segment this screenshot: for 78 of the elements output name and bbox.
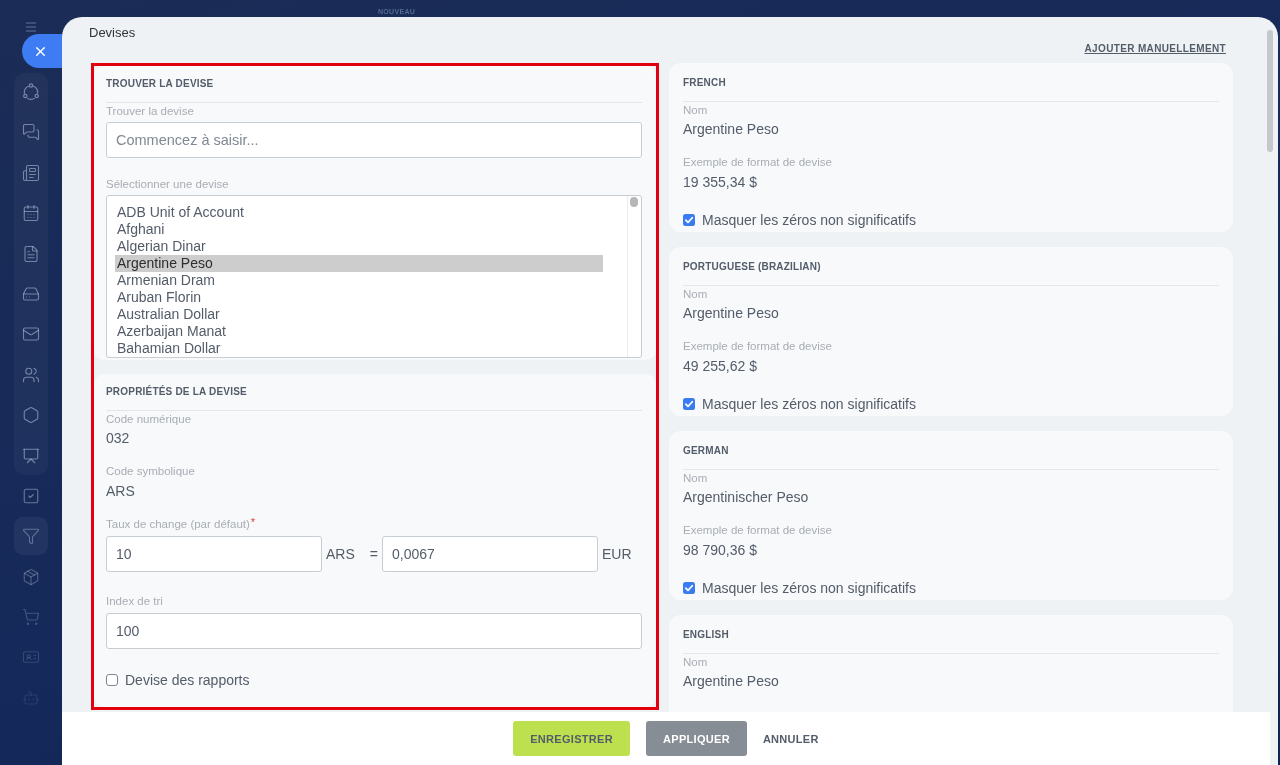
currency-option[interactable]: Armenian Dram xyxy=(115,272,603,289)
drive-icon xyxy=(22,284,40,303)
text-button[interactable]: ANNULER xyxy=(762,721,819,756)
field-label: Nom xyxy=(683,471,709,485)
rate-field[interactable]: 0,0067 xyxy=(382,536,598,572)
currency-listbox[interactable]: ADB Unit of Account Afghani Algerian Dinar Argentine Peso Armenian Dram Aruban Florin Australian Dollar Azerbaijan Manat Bahamian Dollar xyxy=(106,195,642,358)
checkbox[interactable] xyxy=(106,674,118,686)
equals-sign: = xyxy=(369,545,378,563)
people-icon xyxy=(22,365,40,384)
currency-option[interactable]: Aruban Florin xyxy=(115,289,603,306)
field-label: Exemple de format de devise xyxy=(683,155,833,169)
field-value: 98 790,36 $ xyxy=(683,541,758,559)
checkbox-label: Masquer les zéros non significatifs xyxy=(702,395,916,413)
scrollbar-thumb[interactable] xyxy=(630,197,638,207)
currency-option[interactable]: Bahamian Dollar xyxy=(115,340,603,357)
funnel-icon xyxy=(22,527,40,546)
currency-unit: ARS xyxy=(326,545,355,563)
primary-button[interactable]: ENREGISTRER xyxy=(513,721,630,756)
field-label: Code numérique xyxy=(106,412,193,426)
field-label: Exemple de format de devise xyxy=(683,523,833,537)
currency-unit: EUR xyxy=(602,545,632,563)
field-value: Argentinischer Peso xyxy=(683,488,810,506)
field-value: 032 xyxy=(106,429,131,447)
section-heading: ENGLISH xyxy=(683,629,730,641)
field-label: Code symbolique xyxy=(106,464,196,478)
cart-icon xyxy=(22,608,40,627)
currency-option[interactable]: Azerbaijan Manat xyxy=(115,323,603,340)
checkbox-label: Masquer les zéros non significatifs xyxy=(702,579,916,597)
document-icon xyxy=(22,244,40,263)
chat-bubbles-icon xyxy=(22,123,40,142)
field-value: Argentine Peso xyxy=(683,304,780,322)
field-value: Argentine Peso xyxy=(683,120,780,138)
hexagon-icon xyxy=(22,406,40,425)
check-square-icon xyxy=(22,486,40,505)
calendar-icon xyxy=(22,204,40,223)
field-label: Taux de change (par défaut) xyxy=(106,517,250,531)
currency-option[interactable]: Argentine Peso xyxy=(115,255,603,272)
field-label: Trouver la devise xyxy=(106,104,195,118)
window-title: Devises xyxy=(89,25,137,40)
checkbox[interactable] xyxy=(683,582,695,594)
sort-index-field[interactable]: 100 xyxy=(106,613,642,649)
currency-option[interactable]: Afghani xyxy=(115,221,603,238)
section-heading: PROPRIÉTÉS DE LA DEVISE xyxy=(106,386,248,398)
field-label: Exemple de format de devise xyxy=(683,339,833,353)
currency-option[interactable]: Algerian Dinar xyxy=(115,238,603,255)
scrollbar-thumb[interactable] xyxy=(1267,30,1273,152)
section-heading: TROUVER LA DEVISE xyxy=(106,78,215,90)
section-heading: GERMAN xyxy=(683,445,730,457)
currency-option[interactable]: Australian Dollar xyxy=(115,306,603,323)
field-value: Argentine Peso xyxy=(683,672,780,690)
search-field[interactable]: Commencez à saisir... xyxy=(106,122,642,158)
sidebar-button[interactable] xyxy=(14,517,48,556)
section-heading: FRENCH xyxy=(683,77,727,89)
box-icon xyxy=(22,567,40,586)
field-value: ARS xyxy=(106,482,136,500)
envelope-icon xyxy=(22,325,40,344)
amount-field[interactable]: 10 xyxy=(106,536,322,572)
required-mark: * xyxy=(250,517,256,528)
section-heading: PORTUGUESE (BRAZILIAN) xyxy=(683,261,822,273)
field-label: Index de tri xyxy=(106,594,164,608)
field-label: Sélectionner une devise xyxy=(106,177,230,191)
add-manually-link[interactable]: AJOUTER MANUELLEMENT xyxy=(1084,43,1226,55)
presentation-board-icon xyxy=(22,446,40,465)
field-value: 19 355,34 $ xyxy=(683,173,758,191)
dots-circle-icon xyxy=(22,83,40,101)
currency-option[interactable]: ADB Unit of Account xyxy=(115,204,603,221)
field-label: Nom xyxy=(683,287,709,301)
field-label: Nom xyxy=(683,655,709,669)
newspaper-icon xyxy=(22,163,40,182)
menu-icon[interactable] xyxy=(24,20,38,34)
field-label: Nom xyxy=(683,103,709,117)
checkbox[interactable] xyxy=(683,214,695,226)
close-button[interactable] xyxy=(22,34,62,68)
robot-icon xyxy=(22,688,40,707)
field-value: 49 255,62 $ xyxy=(683,357,758,375)
checkbox-label: Masquer les zéros non significatifs xyxy=(702,211,916,229)
checkbox-label: Devise des rapports xyxy=(125,671,250,689)
checkbox[interactable] xyxy=(683,398,695,410)
